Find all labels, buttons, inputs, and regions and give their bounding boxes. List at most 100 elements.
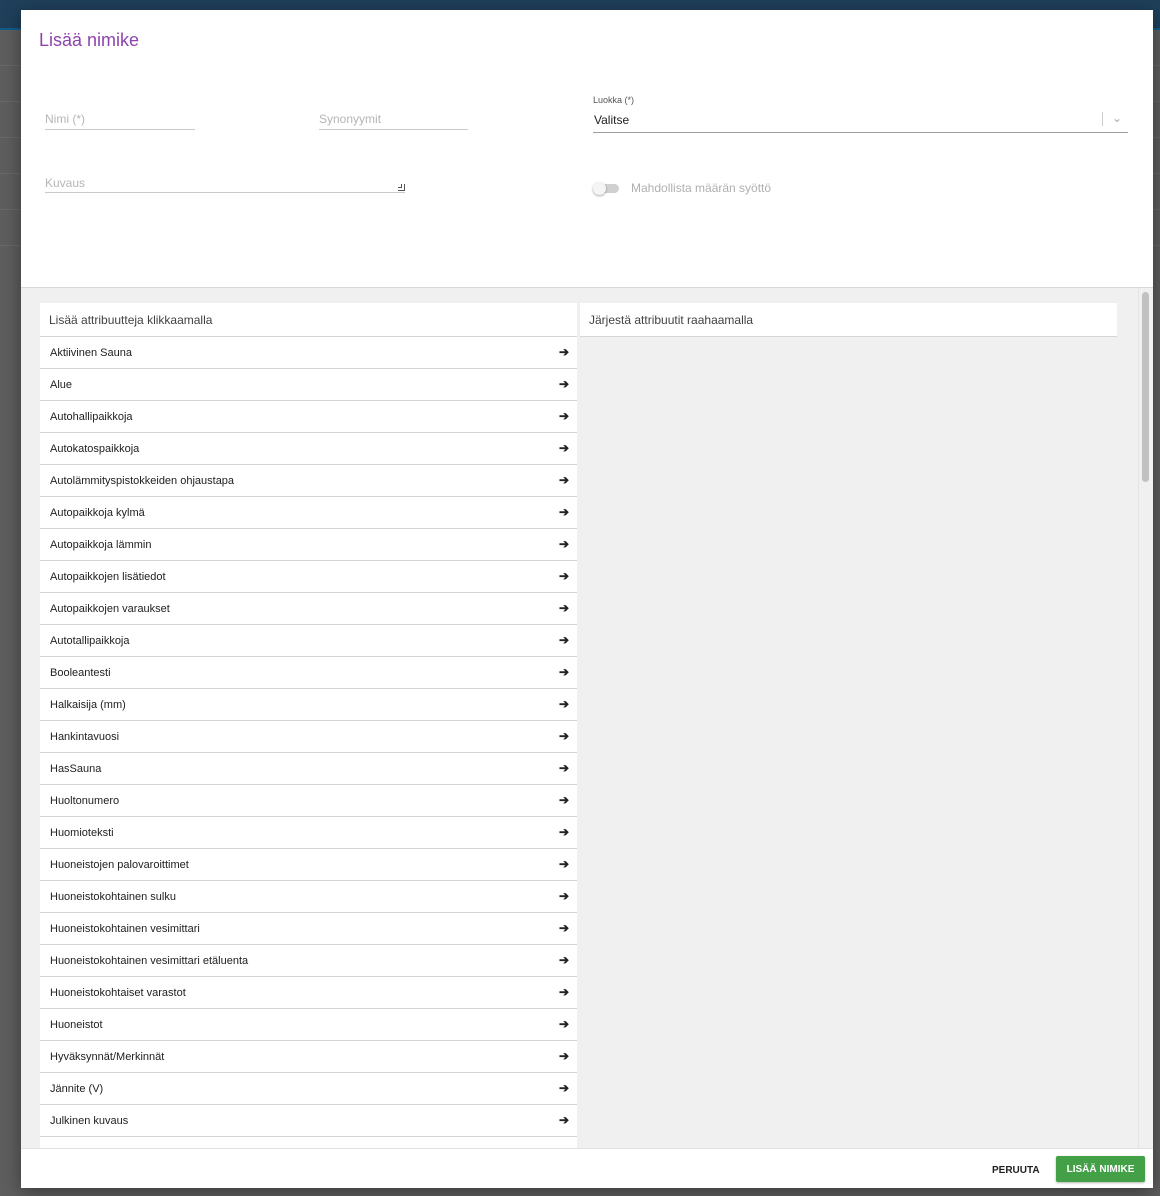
arrow-right-icon[interactable]: ➔ xyxy=(559,921,569,935)
attribute-label: Autokatospaikkoja xyxy=(50,443,140,455)
ordered-attributes-list[interactable]: Järjestä attribuutit raahaamalla xyxy=(580,303,1117,337)
arrow-right-icon[interactable]: ➔ xyxy=(559,1017,569,1031)
attribute-row[interactable]: Hyväksynnät/Merkinnät ➔ xyxy=(40,1041,577,1073)
attribute-label: Alue xyxy=(50,379,73,391)
attribute-row[interactable]: Aktiivinen Sauna ➔ xyxy=(40,337,577,369)
arrow-right-icon[interactable]: ➔ xyxy=(559,953,569,967)
arrow-right-icon[interactable]: ➔ xyxy=(559,1049,569,1063)
attribute-label: Hyväksynnät/Merkinnät xyxy=(50,1051,165,1063)
attribute-label: Autohallipaikkoja xyxy=(50,411,133,423)
attribute-label: Hankintavuosi xyxy=(50,731,120,743)
description-textarea[interactable]: Kuvaus xyxy=(45,176,405,193)
attribute-label: Autopaikkojen lisätiedot xyxy=(50,571,166,583)
attribute-label: Booleantesti xyxy=(50,667,111,679)
available-attributes-list: Lisää attribuutteja klikkaamalla Aktiivi… xyxy=(40,303,577,1148)
attribute-row[interactable]: Halkaisija (mm) ➔ xyxy=(40,689,577,721)
attribute-label: Huoneistojen palovaroittimet xyxy=(50,859,189,871)
arrow-right-icon[interactable]: ➔ xyxy=(559,505,569,519)
quantity-toggle[interactable] xyxy=(593,182,619,195)
arrow-right-icon[interactable]: ➔ xyxy=(559,473,569,487)
attribute-label: Autotallipaikkoja xyxy=(50,635,130,647)
add-item-button[interactable]: LISÄÄ NIMIKE xyxy=(1056,1156,1145,1182)
toggle-knob xyxy=(593,182,606,195)
arrow-right-icon[interactable]: ➔ xyxy=(559,729,569,743)
description-placeholder: Kuvaus xyxy=(45,176,86,190)
attribute-row[interactable]: Huoneistokohtainen vesimittari etäluenta… xyxy=(40,945,577,977)
attribute-label: Autolämmityspistokkeiden ohjaustapa xyxy=(50,475,235,487)
attribute-label: Huoneistokohtaiset varastot xyxy=(50,987,186,999)
attribute-row[interactable]: Alue ➔ xyxy=(40,369,577,401)
scroll-thumb[interactable] xyxy=(1142,292,1149,482)
ordered-attributes-header: Järjestä attribuutit raahaamalla xyxy=(580,303,1117,337)
resize-handle-icon[interactable] xyxy=(398,184,405,191)
attribute-label: Autopaikkoja kylmä xyxy=(50,507,145,519)
quantity-toggle-label: Mahdollista määrän syöttö xyxy=(631,181,772,195)
arrow-right-icon[interactable]: ➔ xyxy=(559,825,569,839)
attribute-row[interactable]: Huoltonumero ➔ xyxy=(40,785,577,817)
add-item-dialog: Lisää nimike Nimi (*) Synonyymit Kuvaus … xyxy=(21,10,1153,1188)
attribute-row[interactable]: Autopaikkoja kylmä ➔ xyxy=(40,497,577,529)
category-value: Valitse xyxy=(594,113,630,127)
category-label: Luokka (*) xyxy=(593,95,635,105)
arrow-right-icon[interactable]: ➔ xyxy=(559,665,569,679)
dialog-title: Lisää nimike xyxy=(39,30,140,50)
chevron-down-icon[interactable]: ⌄ xyxy=(1112,111,1122,125)
arrow-right-icon[interactable]: ➔ xyxy=(559,793,569,807)
attribute-row[interactable]: Autotallipaikkoja ➔ xyxy=(40,625,577,657)
arrow-right-icon[interactable]: ➔ xyxy=(559,985,569,999)
attribute-label: Jännite (V) xyxy=(50,1083,104,1095)
arrow-right-icon[interactable]: ➔ xyxy=(559,441,569,455)
attribute-row[interactable]: Huoneistojen palovaroittimet ➔ xyxy=(40,849,577,881)
available-attributes-header: Lisää attribuutteja klikkaamalla xyxy=(40,303,577,337)
attribute-row[interactable]: Autolämmityspistokkeiden ohjaustapa ➔ xyxy=(40,465,577,497)
attribute-row[interactable]: Huomioteksti ➔ xyxy=(40,817,577,849)
attribute-label: Autopaikkoja lämmin xyxy=(50,539,152,551)
arrow-right-icon[interactable]: ➔ xyxy=(559,889,569,903)
attribute-label: Julkinen kuvaus xyxy=(50,1115,129,1127)
select-separator xyxy=(1102,112,1103,126)
arrow-right-icon[interactable]: ➔ xyxy=(559,1113,569,1127)
attribute-row[interactable]: Huoneistot ➔ xyxy=(40,1009,577,1041)
attribute-row[interactable]: Autokatospaikkoja ➔ xyxy=(40,433,577,465)
attribute-row[interactable]: Hankintavuosi ➔ xyxy=(40,721,577,753)
arrow-right-icon[interactable]: ➔ xyxy=(559,697,569,711)
attribute-label: Huoneistokohtainen vesimittari etäluenta xyxy=(50,955,249,967)
attribute-row[interactable]: Huoneistokohtainen vesimittari ➔ xyxy=(40,913,577,945)
attribute-label: Huoneistokohtainen vesimittari xyxy=(50,923,200,935)
attribute-label: HasSauna xyxy=(50,763,102,775)
arrow-right-icon[interactable]: ➔ xyxy=(559,377,569,391)
category-select[interactable]: Valitse ⌄ xyxy=(593,109,1128,133)
synonyms-input[interactable]: Synonyymit xyxy=(319,112,468,130)
arrow-right-icon[interactable]: ➔ xyxy=(559,633,569,647)
arrow-right-icon[interactable]: ➔ xyxy=(559,601,569,615)
attribute-label: Huoneistot xyxy=(50,1019,103,1031)
attribute-row[interactable]: Huoneistokohtaiset varastot ➔ xyxy=(40,977,577,1009)
arrow-right-icon[interactable]: ➔ xyxy=(559,569,569,583)
attribute-row[interactable]: Autopaikkoja lämmin ➔ xyxy=(40,529,577,561)
arrow-right-icon[interactable]: ➔ xyxy=(559,345,569,359)
attribute-label: Aktiivinen Sauna xyxy=(50,347,132,359)
attribute-row[interactable]: Autopaikkojen varaukset ➔ xyxy=(40,593,577,625)
dialog-footer: PERUUTA LISÄÄ NIMIKE xyxy=(21,1148,1153,1188)
attribute-row[interactable]: Kantama (m)➔ xyxy=(40,1137,577,1148)
arrow-right-icon[interactable]: ➔ xyxy=(559,761,569,775)
name-input[interactable]: Nimi (*) xyxy=(45,112,195,130)
attribute-label: Huomioteksti xyxy=(50,827,114,839)
attribute-row[interactable]: HasSauna ➔ xyxy=(40,753,577,785)
arrow-right-icon[interactable]: ➔ xyxy=(559,537,569,551)
arrow-right-icon[interactable]: ➔ xyxy=(559,409,569,423)
attributes-area: Lisää attribuutteja klikkaamalla Aktiivi… xyxy=(21,287,1153,1148)
attribute-row[interactable]: Julkinen kuvaus ➔ xyxy=(40,1105,577,1137)
attribute-row[interactable]: Booleantesti ➔ xyxy=(40,657,577,689)
attribute-row[interactable]: Autohallipaikkoja ➔ xyxy=(40,401,577,433)
attribute-row[interactable]: Huoneistokohtainen sulku ➔ xyxy=(40,881,577,913)
attribute-label: Halkaisija (mm) xyxy=(50,699,126,711)
scrollbar[interactable] xyxy=(1138,288,1153,1148)
arrow-right-icon[interactable]: ➔ xyxy=(559,1081,569,1095)
attribute-label: Huoltonumero xyxy=(50,795,120,807)
attribute-label: Autopaikkojen varaukset xyxy=(50,603,170,615)
attribute-row[interactable]: Autopaikkojen lisätiedot ➔ xyxy=(40,561,577,593)
arrow-right-icon[interactable]: ➔ xyxy=(559,857,569,871)
attribute-row[interactable]: Jännite (V) ➔ xyxy=(40,1073,577,1105)
cancel-button[interactable]: PERUUTA xyxy=(982,1157,1050,1183)
